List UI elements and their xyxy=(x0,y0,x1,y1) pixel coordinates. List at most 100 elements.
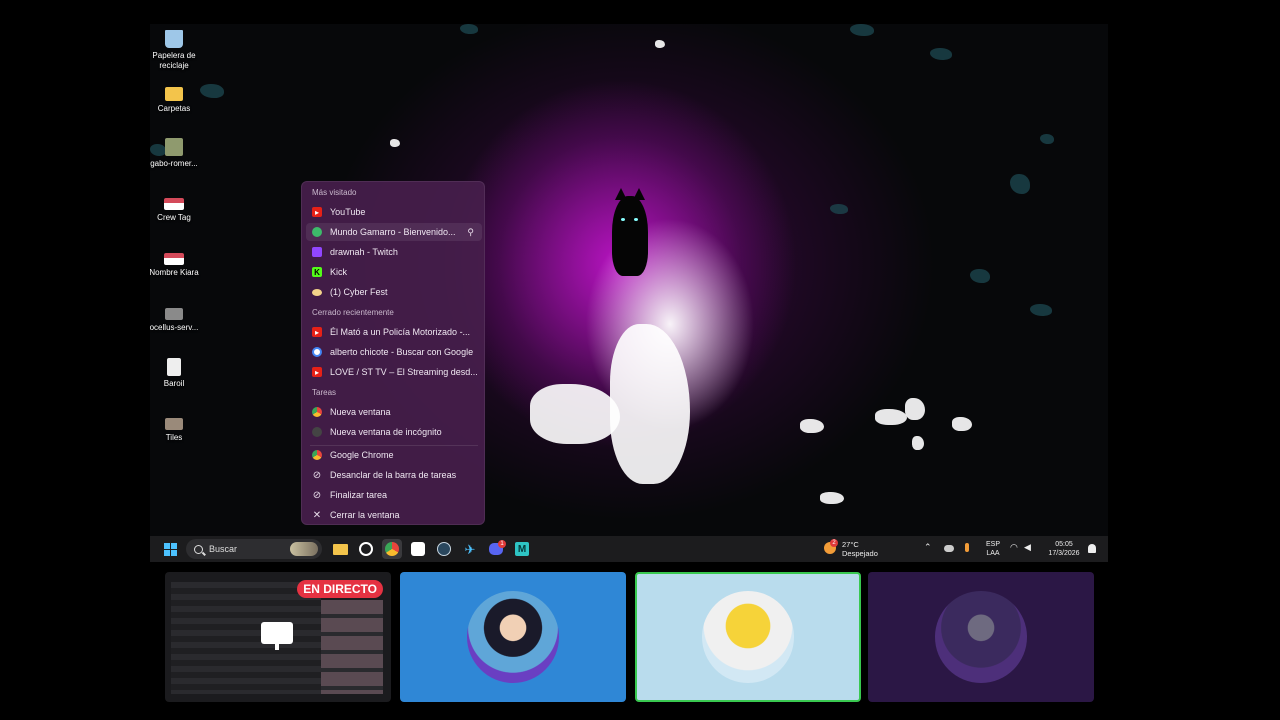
windows-icon xyxy=(163,542,177,556)
desktop-icon-ocellus[interactable]: ocellus-serv... xyxy=(144,308,204,333)
whatsapp-icon xyxy=(359,542,373,556)
desktop-icon-baroil[interactable]: Baroil xyxy=(144,358,204,389)
youtube-icon: ▸ xyxy=(312,327,322,337)
search-icon xyxy=(194,544,203,554)
jump-item-cyber-fest[interactable]: (1) Cyber Fest xyxy=(306,283,482,301)
wifi-icon[interactable]: ◠ xyxy=(1010,543,1018,552)
desktop-icon-crew-tag[interactable]: Crew Tag xyxy=(144,198,204,223)
weather-widget[interactable]: 2 27°C Despejado xyxy=(822,539,892,559)
image-file-icon xyxy=(165,418,183,430)
tile-participant-goku[interactable] xyxy=(400,572,626,702)
taskbar-azure-app[interactable]: ✈ xyxy=(460,539,480,559)
avatar xyxy=(935,591,1027,683)
desktop-icon-recycle-bin[interactable]: Papelera de reciclaje xyxy=(144,30,204,71)
close-icon: ✕ xyxy=(312,509,322,521)
jump-item-close-window[interactable]: ✕ Cerrar la ventana xyxy=(306,506,482,524)
file-icon xyxy=(167,358,181,376)
discord-notification-badge: 1 xyxy=(498,540,506,548)
section-most-visited: Más visitado xyxy=(312,188,357,197)
jump-item-new-window[interactable]: Nueva ventana xyxy=(306,403,482,421)
taskbar-whatsapp[interactable] xyxy=(356,539,376,559)
desktop-icon-label: Papelera de reciclaje xyxy=(152,51,196,70)
chrome-icon xyxy=(312,450,322,460)
taskbar-file-explorer[interactable] xyxy=(330,539,350,559)
app-m-icon: M xyxy=(515,542,529,556)
screen: Papelera de reciclaje Carpetas gabo-rome… xyxy=(0,0,1280,720)
shared-screen-preview xyxy=(171,582,321,694)
jump-item-mundo-gamarro[interactable]: Mundo Gamarro - Bienvenido... ⚲ xyxy=(306,223,482,241)
discord-icon: 1 xyxy=(489,540,506,555)
desktop-icon-folders[interactable]: Carpetas xyxy=(144,85,204,114)
desktop-icon-label: gabo-romer... xyxy=(150,159,198,168)
start-button[interactable] xyxy=(160,539,180,559)
desktop-icon-label: Carpetas xyxy=(157,104,191,113)
site-icon xyxy=(312,227,322,237)
jump-item-incognito[interactable]: Nueva ventana de incógnito xyxy=(306,423,482,441)
kick-icon: K xyxy=(312,267,322,277)
chrome-icon xyxy=(385,542,399,556)
jump-item-youtube[interactable]: ▸ YouTube xyxy=(306,203,482,221)
tile-participant-raven[interactable] xyxy=(868,572,1094,702)
taskbar-chatgpt[interactable] xyxy=(408,539,428,559)
desktop-icon-tiles[interactable]: Tiles xyxy=(144,418,204,443)
google-icon xyxy=(312,347,322,357)
jump-item-recent-2[interactable]: alberto chicote - Buscar con Google xyxy=(306,343,482,361)
live-badge: EN DIRECTO xyxy=(297,580,383,598)
image-file-icon xyxy=(165,138,183,156)
desktop-wallpaper xyxy=(150,24,1108,536)
jump-item-kick[interactable]: K Kick xyxy=(306,263,482,281)
unpin-icon: ⊘ xyxy=(312,469,322,481)
desktop-icon-label: Crew Tag xyxy=(157,213,191,222)
folder-icon xyxy=(332,543,348,555)
weather-temp: 27°C xyxy=(842,540,859,549)
section-tasks: Tareas xyxy=(312,388,337,397)
desktop-icon-nombre-kiara[interactable]: Nombre Kiara xyxy=(144,253,204,278)
jump-item-twitch[interactable]: drawnah - Twitch xyxy=(306,243,482,261)
desktop-icon-gabo[interactable]: gabo-romer... xyxy=(144,138,204,169)
taskbar-discord[interactable]: 1 xyxy=(486,539,506,559)
language-top[interactable]: ESP xyxy=(984,540,1002,549)
tile-screen-share[interactable]: EN DIRECTO xyxy=(165,572,391,702)
site-icon xyxy=(312,288,322,296)
jump-item-end-task[interactable]: ⊘ Finalizar tarea xyxy=(306,486,482,504)
volume-icon[interactable]: ◀ xyxy=(1024,543,1031,552)
weather-desc: Despejado xyxy=(842,549,878,558)
azure-icon: ✈ xyxy=(464,541,476,557)
chrome-jump-list: Más visitado ▸ YouTube Mundo Gamarro - B… xyxy=(301,181,485,525)
desktop-icon-label: Baroil xyxy=(163,379,185,388)
search-box[interactable]: Buscar xyxy=(186,539,322,559)
tile-participant-homer-active[interactable] xyxy=(635,572,861,702)
youtube-icon: ▸ xyxy=(312,207,322,217)
microphone-icon[interactable] xyxy=(965,543,969,552)
steam-icon xyxy=(437,542,451,556)
taskbar-app-m[interactable]: M xyxy=(512,539,532,559)
notification-bell-icon[interactable] xyxy=(1088,544,1096,553)
jump-item-google-chrome[interactable]: Google Chrome xyxy=(306,446,482,464)
cat-silhouette xyxy=(612,188,648,276)
chrome-icon xyxy=(312,407,322,417)
pin-icon[interactable]: ⚲ xyxy=(467,227,474,238)
image-file-icon xyxy=(165,308,183,320)
recycle-bin-icon xyxy=(165,30,183,48)
clock-time[interactable]: 05:05 xyxy=(1044,540,1084,549)
taskbar-steam[interactable] xyxy=(434,539,454,559)
incognito-icon xyxy=(312,427,322,437)
taskbar: Buscar ✈ 1 M 2 27°C Despejado ⌃ ESP LAA … xyxy=(150,536,1108,562)
shared-screen-thumbnails xyxy=(321,600,383,694)
screen-share-icon xyxy=(261,622,293,650)
taskbar-chrome[interactable] xyxy=(382,539,402,559)
onedrive-icon[interactable] xyxy=(944,545,954,552)
jump-item-recent-3[interactable]: ▸ LOVE / ST TV – El Streaming desd... xyxy=(306,363,482,381)
jump-item-recent-1[interactable]: ▸ Él Mató a un Policía Motorizado -... xyxy=(306,323,482,341)
search-placeholder: Buscar xyxy=(209,544,238,554)
twitch-icon xyxy=(312,247,322,257)
desktop-icon-label: ocellus-serv... xyxy=(149,323,199,332)
tray-chevron-icon[interactable]: ⌃ xyxy=(924,543,932,552)
avatar xyxy=(467,591,559,683)
avatar xyxy=(702,591,794,683)
language-bottom[interactable]: LAA xyxy=(984,549,1002,558)
jump-item-unpin[interactable]: ⊘ Desanclar de la barra de tareas xyxy=(306,466,482,484)
folder-icon xyxy=(165,87,183,101)
image-file-icon xyxy=(164,253,184,265)
clock-date[interactable]: 17/3/2026 xyxy=(1044,549,1084,558)
